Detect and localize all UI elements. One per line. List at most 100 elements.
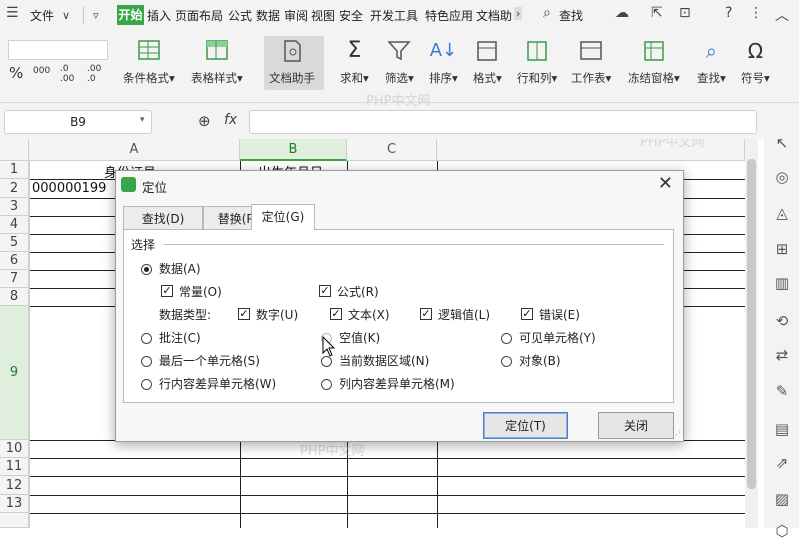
name-box-dropdown-icon[interactable]: ▾ bbox=[140, 115, 145, 125]
sync-icon[interactable]: ⟲ bbox=[773, 312, 791, 330]
close-button[interactable]: 关闭 bbox=[598, 412, 674, 439]
tab-insert[interactable]: 插入 bbox=[147, 7, 171, 24]
radio-row-diff[interactable] bbox=[141, 379, 152, 390]
translate-icon[interactable]: ⇄ bbox=[773, 346, 791, 364]
cloud-sync-icon[interactable]: ☁ bbox=[615, 5, 629, 21]
save-icon[interactable]: ⊡ bbox=[679, 5, 691, 21]
export-icon[interactable]: ⇗ bbox=[773, 454, 791, 472]
table-style-button[interactable]: 表格样式▾ bbox=[191, 38, 243, 86]
tab-developer[interactable]: 开发工具 bbox=[370, 7, 418, 24]
row-header[interactable]: 10 bbox=[0, 440, 29, 458]
tab-find[interactable]: 查找(D) bbox=[123, 206, 203, 230]
row-header[interactable]: 13 bbox=[0, 495, 29, 513]
sum-button[interactable]: Σ 求和▾ bbox=[340, 38, 369, 86]
share-icon[interactable]: ⇱ bbox=[651, 5, 663, 21]
grid-line bbox=[29, 513, 745, 514]
format-painter-icon[interactable]: ✎ bbox=[773, 382, 791, 400]
radio-object[interactable] bbox=[501, 356, 512, 367]
fx-icon[interactable]: fx bbox=[224, 112, 237, 128]
radio-visible[interactable] bbox=[501, 333, 512, 344]
check-text[interactable]: ✓ bbox=[330, 308, 342, 320]
shapes-icon[interactable]: ◎ bbox=[773, 168, 791, 186]
doc-helper-button[interactable]: 文档助手 bbox=[269, 38, 315, 86]
row-header[interactable] bbox=[0, 513, 29, 528]
column-header-c[interactable]: C bbox=[347, 139, 437, 161]
radio-last-cell[interactable] bbox=[141, 356, 152, 367]
number-format-select[interactable] bbox=[8, 40, 108, 60]
format-button[interactable]: 格式▾ bbox=[473, 38, 502, 86]
row-header[interactable]: 6 bbox=[0, 252, 29, 270]
row-header[interactable]: 4 bbox=[0, 216, 29, 234]
row-header[interactable]: 11 bbox=[0, 458, 29, 476]
close-icon[interactable]: ✕ bbox=[658, 173, 673, 194]
check-constant[interactable]: ✓ bbox=[161, 285, 173, 297]
cell-a2[interactable]: 000000199 bbox=[32, 181, 106, 196]
tab-start[interactable]: 开始 bbox=[117, 5, 144, 25]
layers-icon[interactable]: ◬ bbox=[773, 204, 791, 222]
divider bbox=[83, 6, 84, 24]
row-header[interactable]: 3 bbox=[0, 198, 29, 216]
symbol-button[interactable]: Ω 符号▾ bbox=[741, 38, 770, 86]
row-header[interactable]: 2 bbox=[0, 179, 29, 198]
conditional-format-button[interactable]: 条件格式▾ bbox=[123, 38, 175, 86]
find-button[interactable]: ⌕ 查找▾ bbox=[697, 38, 726, 86]
sheet-button[interactable]: 工作表▾ bbox=[571, 38, 611, 86]
check-error[interactable]: ✓ bbox=[521, 308, 533, 320]
collapse-ribbon-icon[interactable]: ︿ bbox=[775, 5, 789, 25]
tab-formula[interactable]: 公式 bbox=[228, 7, 252, 24]
tab-review[interactable]: 审阅 bbox=[284, 7, 308, 24]
apps-icon[interactable]: ⊞ bbox=[773, 240, 791, 258]
column-header-a[interactable]: A bbox=[29, 139, 240, 161]
select-all-corner[interactable] bbox=[0, 139, 29, 161]
chart-icon[interactable]: ▥ bbox=[773, 274, 791, 292]
vertical-scrollbar[interactable] bbox=[745, 139, 758, 528]
menu-icon[interactable]: ☰ bbox=[6, 5, 19, 21]
check-formula[interactable]: ✓ bbox=[319, 285, 331, 297]
sort-button[interactable]: A↓ 排序▾ bbox=[429, 38, 458, 86]
row-col-button[interactable]: 行和列▾ bbox=[517, 38, 557, 86]
row-header[interactable]: 12 bbox=[0, 476, 29, 495]
search-label[interactable]: 查找 bbox=[559, 7, 583, 24]
pointer-icon[interactable]: ↖ bbox=[773, 134, 791, 152]
more-icon[interactable]: ⋮ bbox=[749, 5, 763, 21]
filter-button[interactable]: 筛选▾ bbox=[385, 38, 414, 86]
name-box[interactable]: B9 bbox=[4, 110, 152, 134]
tab-page-layout[interactable]: 页面布局 bbox=[175, 7, 223, 24]
locate-button[interactable]: 定位(T) bbox=[483, 412, 568, 439]
chevron-right-icon[interactable]: › bbox=[514, 7, 523, 20]
settings-icon[interactable]: ⬡ bbox=[773, 522, 791, 540]
percent-button[interactable]: % bbox=[9, 64, 23, 82]
row-header[interactable]: 8 bbox=[0, 288, 29, 306]
tab-view[interactable]: 视图 bbox=[311, 7, 335, 24]
thousands-button[interactable]: 000 bbox=[33, 66, 50, 76]
resize-grip-icon[interactable]: ⋰ bbox=[672, 431, 681, 441]
row-header[interactable]: 5 bbox=[0, 234, 29, 252]
radio-comment[interactable] bbox=[141, 333, 152, 344]
chevron-down-icon[interactable]: ∨ bbox=[62, 9, 70, 22]
decrease-decimal-button[interactable]: .00 .0 bbox=[87, 64, 107, 84]
row-header[interactable]: 9 bbox=[0, 306, 29, 440]
search-icon[interactable]: ⌕ bbox=[543, 5, 551, 21]
radio-col-diff[interactable] bbox=[321, 379, 332, 390]
increase-decimal-button[interactable]: .0 .00 bbox=[60, 64, 80, 84]
freeze-button[interactable]: 冻结窗格▾ bbox=[628, 38, 680, 86]
help-icon[interactable]: ? bbox=[725, 5, 732, 21]
tab-special[interactable]: 特色应用 bbox=[425, 7, 473, 24]
radio-data[interactable] bbox=[141, 264, 152, 275]
formula-input[interactable] bbox=[249, 110, 757, 134]
document-icon[interactable]: ▤ bbox=[773, 420, 791, 438]
check-logic[interactable]: ✓ bbox=[420, 308, 432, 320]
image-icon[interactable]: ▨ bbox=[773, 490, 791, 508]
scrollbar-thumb[interactable] bbox=[747, 159, 756, 489]
file-menu[interactable]: 文件 bbox=[30, 7, 54, 24]
tab-security[interactable]: 安全 bbox=[339, 7, 363, 24]
column-header-b[interactable]: B bbox=[240, 139, 347, 161]
zoom-icon[interactable]: ⊕ bbox=[198, 112, 211, 130]
row-header[interactable]: 1 bbox=[0, 161, 29, 179]
check-number[interactable]: ✓ bbox=[238, 308, 250, 320]
row-header[interactable]: 7 bbox=[0, 270, 29, 288]
tab-data[interactable]: 数据 bbox=[256, 7, 280, 24]
tab-goto[interactable]: 定位(G) bbox=[251, 204, 315, 230]
quick-access-icon[interactable]: ▿ bbox=[93, 9, 99, 22]
tab-doc-helper[interactable]: 文档助 bbox=[476, 7, 512, 24]
